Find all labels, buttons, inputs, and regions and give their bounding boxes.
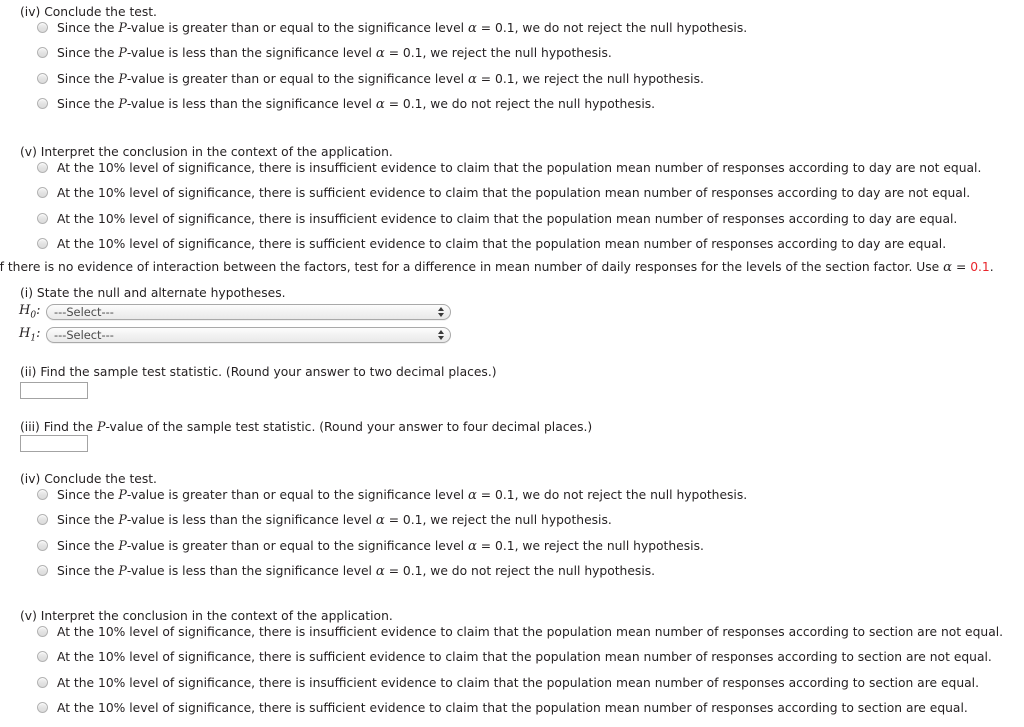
radio-option-section-interpret-2[interactable]: At the 10% level of significance, there … <box>0 649 1003 674</box>
p-variable: P <box>118 537 127 553</box>
radio-icon[interactable] <box>37 237 48 249</box>
radio-option-day-conclude-2[interactable]: Since the P-value is less than the signi… <box>0 45 747 70</box>
radio-option-section-interpret-3[interactable]: At the 10% level of significance, there … <box>0 675 1003 700</box>
radio-option-section-conclude-2[interactable]: Since the P-value is less than the signi… <box>0 512 747 537</box>
radio-icon[interactable] <box>37 514 48 526</box>
alpha-symbol: α <box>467 488 477 503</box>
radio-label: At the 10% level of significance, there … <box>57 161 982 175</box>
radio-icon[interactable] <box>37 187 48 199</box>
hypothesis-label-h1: H1: <box>19 326 41 344</box>
radio-label: Since the P-value is less than the signi… <box>57 512 612 529</box>
stepper-arrows-icon[interactable] <box>436 305 445 319</box>
radio-label: At the 10% level of significance, there … <box>57 186 971 201</box>
radio-label: At the 10% level of significance, there … <box>57 700 968 715</box>
alpha-symbol: α <box>943 260 953 275</box>
select-value: ---Select--- <box>54 304 114 319</box>
alpha-symbol: α <box>467 538 477 554</box>
radio-icon[interactable] <box>37 489 48 500</box>
radio-icon[interactable] <box>37 162 48 173</box>
alpha-symbol: α <box>375 513 385 529</box>
hypothesis-row-null: H0: ---Select--- <box>19 303 451 321</box>
select-value: ---Select--- <box>54 327 114 342</box>
radio-label: Since the P-value is less than the signi… <box>57 562 656 579</box>
radio-icon[interactable] <box>37 212 48 224</box>
radio-option-day-interpret-1[interactable]: At the 10% level of significance, there … <box>0 160 981 185</box>
radio-icon[interactable] <box>37 47 48 59</box>
radio-group-day-conclude: Since the P-value is greater than or equ… <box>0 20 747 121</box>
radio-icon[interactable] <box>37 539 48 551</box>
radio-label: Since the P-value is less than the signi… <box>57 95 656 112</box>
alpha-value: 0.1 <box>970 260 990 274</box>
radio-option-section-interpret-4[interactable]: At the 10% level of significance, there … <box>0 700 1003 725</box>
radio-group-section-interpret: At the 10% level of significance, there … <box>0 624 1003 725</box>
part-heading-iv-day: (iv) Conclude the test. <box>20 5 157 19</box>
radio-label: Since the P-value is greater than or equ… <box>57 487 748 503</box>
radio-option-day-interpret-3[interactable]: At the 10% level of significance, there … <box>0 211 981 236</box>
radio-option-section-conclude-1[interactable]: Since the P-value is greater than or equ… <box>0 487 747 512</box>
radio-option-day-conclude-1[interactable]: Since the P-value is greater than or equ… <box>0 20 747 45</box>
radio-icon[interactable] <box>37 97 48 109</box>
worksheet-page: (iv) Conclude the test. Since the P-valu… <box>0 0 1024 727</box>
radio-label: At the 10% level of significance, there … <box>57 236 947 251</box>
radio-option-day-interpret-2[interactable]: At the 10% level of significance, there … <box>0 185 981 210</box>
radio-option-day-interpret-4[interactable]: At the 10% level of significance, there … <box>0 236 981 261</box>
radio-label: Since the P-value is greater than or equ… <box>57 537 704 554</box>
p-variable: P <box>118 512 127 528</box>
p-variable: P <box>118 20 127 35</box>
section-day-interpret: (v) Interpret the conclusion in the cont… <box>0 145 981 261</box>
section-section-conclude: (iv) Conclude the test. Since the P-valu… <box>0 472 747 588</box>
radio-icon[interactable] <box>37 701 48 713</box>
instruction-text: If there is no evidence of interaction b… <box>0 260 944 274</box>
radio-icon[interactable] <box>37 651 48 663</box>
section-day-conclude: (iv) Conclude the test. Since the P-valu… <box>0 5 747 121</box>
radio-label: At the 10% level of significance, there … <box>57 650 992 665</box>
section-section-interpret: (v) Interpret the conclusion in the cont… <box>0 609 1003 725</box>
sample-test-statistic-input[interactable] <box>20 382 88 399</box>
alpha-symbol: α <box>375 96 385 112</box>
radio-label: At the 10% level of significance, there … <box>57 625 1004 639</box>
part-heading-ii-statistic: (ii) Find the sample test statistic. (Ro… <box>20 365 497 379</box>
part-heading-iv-section: (iv) Conclude the test. <box>20 472 157 486</box>
radio-option-section-conclude-3[interactable]: Since the P-value is greater than or equ… <box>0 538 747 563</box>
radio-option-day-conclude-3[interactable]: Since the P-value is greater than or equ… <box>0 71 747 96</box>
part-heading-v-section: (v) Interpret the conclusion in the cont… <box>20 609 393 623</box>
radio-label: At the 10% level of significance, there … <box>57 675 980 690</box>
stepper-arrows-icon[interactable] <box>436 328 445 342</box>
radio-option-day-conclude-4[interactable]: Since the P-value is less than the signi… <box>0 96 747 121</box>
select-null-hypothesis[interactable]: ---Select--- <box>46 303 451 320</box>
radio-group-section-conclude: Since the P-value is greater than or equ… <box>0 487 747 588</box>
part-heading-iii-pvalue: (iii) Find the P-value of the sample tes… <box>20 419 593 434</box>
radio-option-section-interpret-1[interactable]: At the 10% level of significance, there … <box>0 624 1003 649</box>
alpha-symbol: α <box>467 71 477 87</box>
radio-icon[interactable] <box>37 676 48 688</box>
part-heading-v-day: (v) Interpret the conclusion in the cont… <box>20 145 393 159</box>
radio-icon[interactable] <box>37 564 48 576</box>
part-heading-i-hypotheses: (i) State the null and alternate hypothe… <box>20 286 286 300</box>
p-variable: P <box>118 45 127 61</box>
p-variable: P <box>118 95 127 111</box>
radio-label: Since the P-value is greater than or equ… <box>57 70 704 87</box>
radio-icon[interactable] <box>37 626 48 637</box>
hypothesis-label-h0: H0: <box>19 303 41 321</box>
radio-label: At the 10% level of significance, there … <box>57 211 958 226</box>
pvalue-input[interactable] <box>20 435 88 452</box>
radio-icon[interactable] <box>37 22 48 33</box>
radio-icon[interactable] <box>37 72 48 84</box>
hypothesis-row-alternate: H1: ---Select--- <box>19 326 451 344</box>
radio-label: Since the P-value is greater than or equ… <box>57 20 748 36</box>
section-factor-instruction: If there is no evidence of interaction b… <box>0 260 994 275</box>
alpha-symbol: α <box>467 21 477 36</box>
radio-group-day-interpret: At the 10% level of significance, there … <box>0 160 981 261</box>
alpha-symbol: α <box>375 563 385 579</box>
radio-label: Since the P-value is less than the signi… <box>57 45 612 62</box>
p-variable: P <box>118 562 127 578</box>
select-alternate-hypothesis[interactable]: ---Select--- <box>46 326 451 343</box>
alpha-symbol: α <box>375 46 385 62</box>
p-variable: P <box>118 70 127 86</box>
p-variable: P <box>118 487 127 502</box>
radio-option-section-conclude-4[interactable]: Since the P-value is less than the signi… <box>0 563 747 588</box>
